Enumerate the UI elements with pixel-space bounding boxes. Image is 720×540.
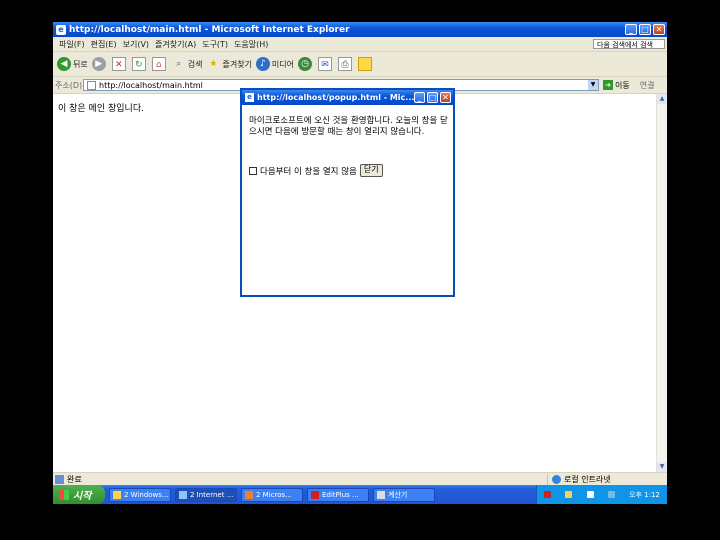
favorites-label: 즐겨찾기 [222, 59, 252, 69]
popup-title-bar[interactable]: e http://localhost/popup.html - Mic... _… [242, 90, 453, 105]
minimize-button[interactable]: _ [625, 24, 637, 35]
page-status-icon [55, 475, 64, 484]
tray-ime-icon[interactable] [565, 491, 573, 498]
tray-app-icon[interactable] [544, 491, 552, 498]
media-label: 미디어 [271, 59, 295, 69]
refresh-icon: ↻ [131, 57, 146, 71]
stop-icon: ✕ [111, 57, 126, 71]
back-label: 뒤로 [73, 59, 88, 69]
links-label[interactable]: 연결 [640, 80, 655, 91]
menu-favorites[interactable]: 즐겨찾기(A) [155, 39, 196, 50]
close-button[interactable]: ✕ [653, 24, 665, 35]
home-icon: ⌂ [151, 57, 166, 71]
popup-minimize-button[interactable]: _ [414, 92, 425, 103]
start-label: 시작 [73, 491, 92, 502]
office-icon [245, 490, 253, 499]
folder-icon [113, 490, 121, 499]
search-icon: ⌕ [176, 59, 182, 69]
taskbar-item-label: 2 Micros... [256, 490, 292, 499]
print-button[interactable]: ⎙ [338, 57, 354, 71]
popup-maximize-button[interactable]: □ [427, 92, 438, 103]
windows-logo-icon [59, 489, 69, 500]
stop-button[interactable]: ✕ [111, 57, 128, 71]
history-icon: ◷ [298, 57, 313, 71]
editplus-icon [311, 490, 319, 499]
media-button[interactable]: ♪ 미디어 [255, 57, 295, 71]
taskbar-item-label: 계산기 [388, 490, 408, 499]
menu-tools[interactable]: 도구(T) [202, 39, 228, 50]
mail-button[interactable]: ✉ [318, 57, 334, 71]
dont-show-checkbox[interactable] [249, 166, 257, 175]
status-text: 완료 [67, 475, 82, 484]
taskbar-item-editplus[interactable]: EditPlus ... [307, 487, 369, 502]
scroll-down-button[interactable]: ▼ [657, 462, 667, 472]
security-zone: 로컬 인트라넷 [547, 474, 667, 485]
mail-icon: ✉ [318, 57, 333, 71]
globe-icon [552, 475, 561, 484]
media-icon: ♪ [255, 57, 270, 71]
menu-file[interactable]: 파일(F) [59, 39, 85, 50]
scroll-up-button[interactable]: ▲ [657, 94, 667, 104]
chevron-down-icon[interactable]: ▼ [588, 80, 598, 90]
page-text: 이 창은 메인 창입니다. [58, 104, 144, 114]
edit-icon [358, 57, 373, 71]
dont-show-label: 다음부터 이 창을 열지 않음 [260, 166, 357, 177]
maximize-button[interactable]: □ [639, 24, 651, 35]
taskbar-item-explorer[interactable]: 2 Windows... [109, 487, 171, 502]
taskbar: 시작 2 Windows... 2 Internet ... 2 Micros.… [53, 485, 667, 504]
forward-button[interactable]: ▶ [91, 57, 108, 71]
main-title-bar[interactable]: e http://localhost/main.html - Microsoft… [53, 22, 667, 37]
address-label: 주소(D) [55, 80, 83, 90]
popup-message: 마이크로소프트에 오신 것을 환영합니다. 오늘의 창을 닫으시면 다음에 방문… [249, 116, 448, 137]
vertical-scrollbar[interactable]: ▲ ▼ [656, 94, 667, 472]
history-button[interactable]: ◷ [298, 57, 314, 71]
popup-option-row: 다음부터 이 창을 열지 않음 닫기 [249, 164, 383, 177]
print-icon: ⎙ [338, 57, 353, 71]
ie-icon [179, 490, 187, 499]
popup-close-button[interactable]: ✕ [440, 92, 451, 103]
status-bar: 완료 로컬 인트라넷 [53, 472, 667, 486]
main-window-title: http://localhost/main.html - Microsoft I… [69, 24, 350, 35]
favorites-button[interactable]: ★ 즐겨찾기 [206, 57, 252, 71]
start-button[interactable]: 시작 [53, 485, 105, 504]
ie-icon: e [56, 24, 66, 35]
tray-network-icon[interactable] [586, 491, 594, 498]
go-button[interactable]: 이동 [615, 80, 630, 91]
system-tray: 오후 1:12 [536, 485, 667, 504]
taskbar-item-label: 2 Windows... [124, 490, 169, 499]
menu-bar: 파일(F) 편집(E) 보기(V) 즐겨찾기(A) 도구(T) 도움말(H) 다… [53, 37, 667, 52]
ie-icon: e [245, 93, 254, 102]
search-label: 검색 [187, 59, 203, 69]
taskbar-item-office[interactable]: 2 Micros... [241, 487, 303, 502]
forward-icon: ▶ [91, 57, 106, 71]
search-button[interactable]: ⌕ 검색 [172, 57, 203, 71]
popup-title: http://localhost/popup.html - Mic... [257, 93, 414, 102]
edit-button[interactable] [358, 57, 374, 71]
favorites-star-icon: ★ [209, 59, 218, 69]
menu-edit[interactable]: 편집(E) [91, 39, 117, 50]
popup-ok-button[interactable]: 닫기 [359, 164, 383, 177]
taskbar-item-calculator[interactable]: 계산기 [373, 487, 435, 502]
standard-toolbar: ◀ 뒤로 ▶ ✕ ↻ ⌂ ⌕ 검색 ★ 즐겨찾기 ♪ 미디어 ◷ ✉ ⎙ [53, 52, 667, 77]
menu-help[interactable]: 도움말(H) [234, 39, 268, 50]
tray-volume-icon[interactable] [607, 491, 615, 498]
taskbar-item-label: 2 Internet ... [190, 490, 234, 499]
taskbar-item-ie[interactable]: 2 Internet ... [175, 487, 237, 502]
calculator-icon [377, 490, 385, 499]
page-icon [87, 80, 96, 90]
menu-view[interactable]: 보기(V) [123, 39, 149, 50]
back-icon: ◀ [57, 57, 71, 71]
back-button[interactable]: ◀ 뒤로 [57, 57, 88, 71]
popup-window: e http://localhost/popup.html - Mic... _… [240, 88, 455, 297]
menu-search-box[interactable]: 다음 검색에서 검색 [593, 39, 665, 49]
home-button[interactable]: ⌂ [151, 57, 168, 71]
refresh-button[interactable]: ↻ [131, 57, 148, 71]
clock[interactable]: 오후 1:12 [629, 490, 660, 500]
zone-text: 로컬 인트라넷 [564, 475, 611, 484]
go-arrow-icon[interactable]: ➜ [603, 80, 613, 90]
taskbar-item-label: EditPlus ... [322, 490, 359, 499]
